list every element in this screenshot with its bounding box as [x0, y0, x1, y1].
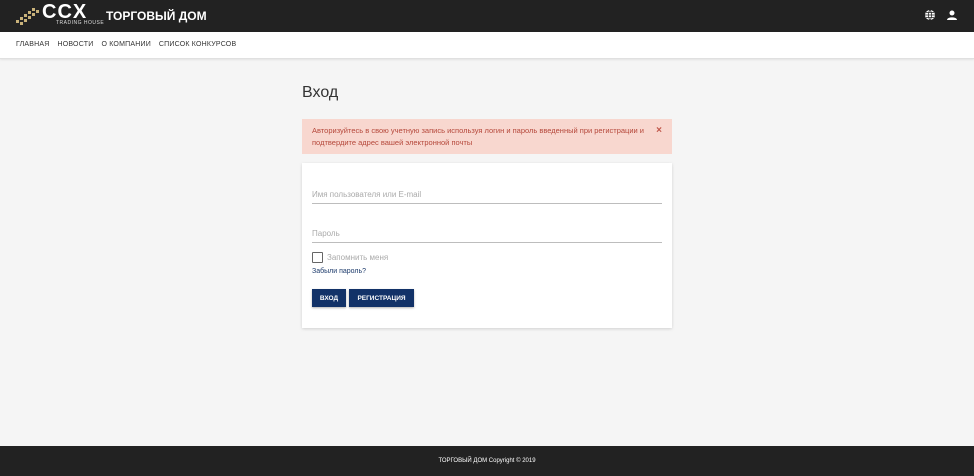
logo[interactable]: CCX TRADING HOUSE: [14, 1, 104, 29]
main-nav: ГЛАВНАЯ НОВОСТИ О КОМПАНИИ СПИСОК КОНКУР…: [16, 41, 236, 48]
nav-item-about[interactable]: О КОМПАНИИ: [101, 41, 150, 48]
login-button[interactable]: Вход: [312, 289, 346, 307]
footer-copyright: ТОРГОВЫЙ ДОМ Copyright © 2019: [438, 458, 536, 464]
username-input[interactable]: [312, 185, 662, 204]
logo-subtext: TRADING HOUSE: [56, 20, 105, 26]
logo-mark-icon: [16, 8, 39, 25]
nav-bar: ГЛАВНАЯ НОВОСТИ О КОМПАНИИ СПИСОК КОНКУР…: [0, 32, 974, 59]
remember-label[interactable]: Запомнить меня: [327, 253, 388, 262]
top-bar: CCX TRADING HOUSE ТОРГОВЫЙ ДОМ: [0, 0, 974, 32]
nav-item-news[interactable]: НОВОСТИ: [58, 41, 94, 48]
remember-me[interactable]: Запомнить меня: [312, 252, 388, 263]
page-title: Вход: [302, 84, 339, 101]
globe-icon[interactable]: [924, 9, 936, 21]
remember-checkbox[interactable]: [312, 252, 323, 263]
register-button[interactable]: Регистрация: [349, 289, 414, 307]
alert-text: Авторизуйтесь в свою учетную запись испо…: [312, 126, 644, 147]
info-alert: Авторизуйтесь в свою учетную запись испо…: [302, 119, 672, 154]
header-icons: [924, 9, 958, 21]
forgot-password-link[interactable]: Забыли пароль?: [312, 268, 366, 275]
close-icon[interactable]: ×: [656, 125, 662, 137]
nav-item-tenders[interactable]: СПИСОК КОНКУРСОВ: [159, 41, 236, 48]
brand-title[interactable]: ТОРГОВЫЙ ДОМ: [106, 9, 207, 23]
user-icon[interactable]: [946, 9, 958, 21]
password-input[interactable]: [312, 224, 662, 243]
nav-item-home[interactable]: ГЛАВНАЯ: [16, 41, 50, 48]
footer: ТОРГОВЫЙ ДОМ Copyright © 2019: [0, 446, 974, 476]
